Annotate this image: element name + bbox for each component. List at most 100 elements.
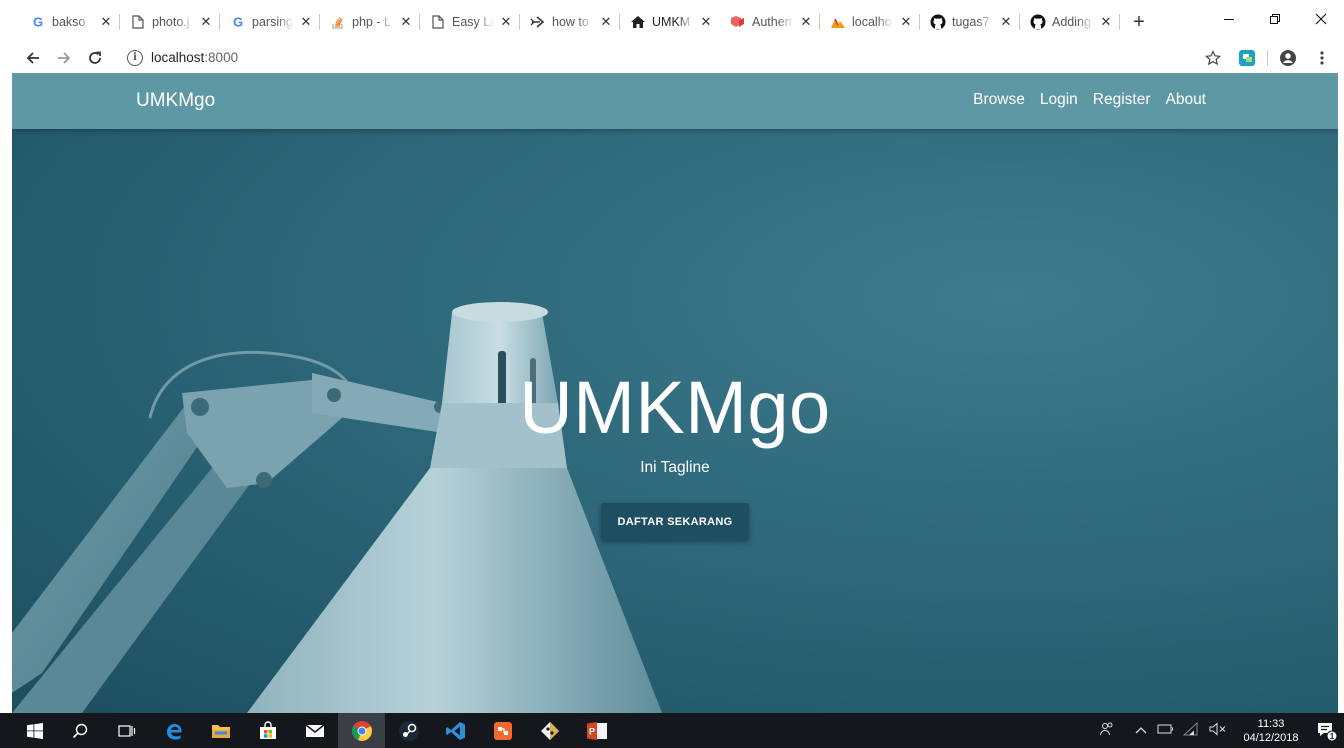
bookmark-star-button[interactable] — [1199, 45, 1227, 71]
taskbar-vscode[interactable] — [432, 713, 479, 748]
close-icon[interactable]: ✕ — [698, 14, 714, 30]
git-icon — [540, 721, 559, 740]
restore-button[interactable] — [1252, 0, 1298, 38]
register-now-button[interactable]: DAFTAR SEKARANG — [601, 503, 749, 540]
tab-how-to[interactable]: how to ✕ — [520, 7, 620, 37]
chevron-up-icon — [1135, 727, 1147, 734]
edge-icon — [166, 723, 181, 739]
tab-label: Adding — [1052, 15, 1091, 29]
start-button[interactable] — [14, 713, 56, 748]
tab-photo[interactable]: photo.j ✕ — [120, 7, 220, 37]
volume-tray[interactable] — [1204, 722, 1232, 739]
url-host: localhost — [151, 50, 205, 65]
new-tab-button[interactable]: + — [1124, 7, 1154, 37]
close-icon[interactable]: ✕ — [1098, 14, 1114, 30]
tab-label: Easy La — [452, 15, 494, 29]
xampp-icon — [830, 14, 846, 30]
browser-tab-strip: G bakso ✕ photo.j ✕ G parsing ✕ php - L … — [0, 0, 1344, 42]
close-icon[interactable]: ✕ — [498, 14, 514, 30]
tab-bakso[interactable]: G bakso ✕ — [20, 7, 120, 37]
kebab-menu-icon — [1320, 51, 1324, 65]
taskbar-mail[interactable] — [291, 713, 338, 748]
search-icon — [72, 723, 87, 738]
mail-icon — [305, 723, 324, 737]
github-icon — [1030, 14, 1046, 30]
vscode-icon — [445, 721, 465, 740]
arrow-right-icon — [58, 52, 71, 64]
tab-label: localho — [852, 15, 892, 29]
tab-label: parsing — [252, 15, 293, 29]
taskbar-clock[interactable]: 11:33 04/12/2018 — [1236, 717, 1306, 745]
search-button[interactable] — [56, 713, 103, 748]
tab-tugas7[interactable]: tugas7 ✕ — [920, 7, 1020, 37]
laravel-icon — [730, 14, 746, 30]
task-view-button[interactable] — [103, 713, 150, 748]
system-tray: 11:33 04/12/2018 1 — [1094, 713, 1344, 748]
extension-icon — [1239, 50, 1255, 66]
close-icon[interactable]: ✕ — [798, 14, 814, 30]
toolbar-actions — [1199, 45, 1336, 71]
toolbar-divider — [1267, 50, 1268, 66]
taskbar-store[interactable] — [244, 713, 291, 748]
profile-button[interactable] — [1274, 45, 1302, 71]
arrow-tab-icon — [530, 14, 546, 30]
minimize-button[interactable] — [1206, 0, 1252, 38]
wifi-icon — [1182, 721, 1198, 736]
volume-muted-icon — [1209, 722, 1226, 736]
address-bar[interactable]: i localhost:8000 — [117, 45, 1207, 70]
taskbar-file-explorer[interactable] — [197, 713, 244, 748]
close-icon — [1315, 13, 1327, 25]
tab-adding[interactable]: Adding ✕ — [1020, 7, 1120, 37]
wifi-tray[interactable] — [1178, 721, 1204, 739]
close-icon[interactable]: ✕ — [898, 14, 914, 30]
close-icon[interactable]: ✕ — [198, 14, 214, 30]
taskbar-chrome[interactable] — [338, 713, 385, 748]
people-button[interactable] — [1094, 721, 1120, 740]
taskbar-powerpoint[interactable]: P — [573, 713, 620, 748]
tab-label: php - L — [352, 15, 391, 29]
close-icon[interactable]: ✕ — [998, 14, 1014, 30]
menu-button[interactable] — [1308, 45, 1336, 71]
close-icon[interactable]: ✕ — [398, 14, 414, 30]
tab-easy-la[interactable]: Easy La ✕ — [420, 7, 520, 37]
reload-icon — [89, 51, 101, 64]
reload-button[interactable] — [82, 45, 108, 71]
window-close-button[interactable] — [1298, 0, 1344, 38]
folder-icon — [211, 724, 230, 738]
info-icon[interactable]: i — [127, 49, 143, 66]
tab-label: UMKM — [652, 15, 691, 29]
action-center-button[interactable]: 1 — [1310, 713, 1344, 748]
url-text: localhost:8000 — [151, 50, 238, 65]
back-button[interactable] — [20, 45, 46, 71]
taskbar-git[interactable] — [526, 713, 573, 748]
arrow-left-icon — [26, 52, 39, 64]
close-icon[interactable]: ✕ — [298, 14, 314, 30]
tab-php[interactable]: php - L ✕ — [320, 7, 420, 37]
extension-button[interactable] — [1233, 45, 1261, 71]
taskbar-edge[interactable] — [150, 713, 197, 748]
page-icon — [130, 14, 146, 30]
close-icon[interactable]: ✕ — [598, 14, 614, 30]
taskbar-app-orange[interactable] — [479, 713, 526, 748]
window-controls — [1206, 0, 1344, 38]
svg-text:G: G — [33, 15, 43, 29]
tab-localhost[interactable]: localho ✕ — [820, 7, 920, 37]
battery-tray[interactable] — [1152, 723, 1178, 738]
hero-content: UMKMgo Ini Tagline DAFTAR SEKARANG — [12, 73, 1338, 713]
tab-label: Authen — [752, 15, 792, 29]
tab-parsing[interactable]: G parsing ✕ — [220, 7, 320, 37]
powerpoint-icon: P — [586, 721, 607, 740]
tab-list: G bakso ✕ photo.j ✕ G parsing ✕ php - L … — [20, 7, 1154, 37]
tab-label: tugas7 — [952, 15, 990, 29]
tab-authen[interactable]: Authen ✕ — [720, 7, 820, 37]
tray-overflow-button[interactable] — [1130, 723, 1152, 738]
taskbar-steam[interactable] — [385, 713, 432, 748]
tab-umkm-active[interactable]: UMKM ✕ — [620, 7, 720, 37]
svg-text:G: G — [233, 15, 243, 29]
taskbar-apps: P — [14, 713, 620, 748]
close-icon[interactable]: ✕ — [98, 14, 114, 30]
tab-label: bakso — [52, 15, 86, 29]
star-icon — [1205, 50, 1221, 66]
stackoverflow-icon — [330, 14, 346, 30]
forward-button[interactable] — [51, 45, 77, 71]
